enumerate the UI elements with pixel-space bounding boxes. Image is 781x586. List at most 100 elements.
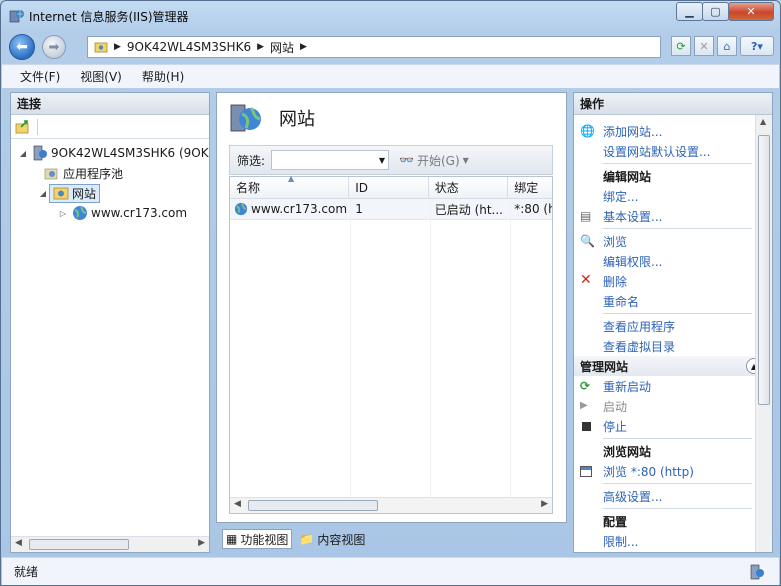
column-label: 名称 bbox=[236, 181, 261, 195]
action-restart[interactable]: ⟳ 重新启动 bbox=[574, 376, 772, 396]
action-label: 浏览 bbox=[603, 234, 628, 249]
tab-content-view[interactable]: 📁 内容视图 bbox=[296, 529, 368, 549]
back-button[interactable]: ⬅ bbox=[9, 34, 35, 60]
dropdown-arrow-icon[interactable]: ▼ bbox=[379, 156, 385, 165]
stop-square-icon bbox=[582, 422, 591, 431]
tree-item-server[interactable]: ◢ 9OK42WL4SM3SHK6 (9OK bbox=[11, 143, 209, 163]
horizontal-scrollbar[interactable]: ◀ ▶ bbox=[11, 536, 209, 552]
section-browse-site: 浏览网站 bbox=[603, 444, 652, 459]
action-view-apps[interactable]: 查看应用程序 bbox=[574, 316, 772, 336]
scroll-up-icon[interactable]: ▲ bbox=[760, 117, 766, 126]
tree-label-site: www.cr173.com bbox=[91, 206, 188, 220]
action-basic-settings[interactable]: ▤ 基本设置... bbox=[574, 206, 772, 226]
navigation-bar: ⬅ ➡ ▶ 9OK42WL4SM3SHK6 ▶ 网站 ▶ ⟳ ✕ ⌂ ?▾ bbox=[7, 32, 774, 62]
column-header-status[interactable]: 状态 bbox=[429, 177, 509, 198]
action-advanced-settings[interactable]: 高级设置... bbox=[574, 486, 772, 506]
menu-file[interactable]: 文件(F) bbox=[10, 68, 70, 85]
action-view-vdirs[interactable]: 查看虚拟目录 bbox=[574, 336, 772, 356]
tree-label-server: 9OK42WL4SM3SHK6 (9OK bbox=[51, 146, 209, 160]
window-title: Internet 信息服务(IIS)管理器 bbox=[29, 10, 189, 24]
tree-item-sites[interactable]: ◢ 网站 bbox=[11, 183, 209, 203]
action-label: 设置网站默认设置... bbox=[603, 144, 711, 159]
column-header-name[interactable]: 名称 ▲ bbox=[230, 174, 350, 198]
tab-label: 内容视图 bbox=[317, 532, 366, 547]
help-button[interactable]: ?▾ bbox=[740, 36, 774, 56]
expand-icon[interactable]: ▷ bbox=[57, 209, 69, 218]
close-button[interactable]: ✕ bbox=[728, 2, 774, 21]
scroll-left-icon[interactable]: ◀ bbox=[234, 499, 241, 509]
scroll-thumb[interactable] bbox=[248, 500, 378, 511]
filter-input[interactable]: ▼ bbox=[271, 150, 390, 170]
close-icon: ✕ bbox=[746, 5, 756, 18]
action-browse[interactable]: 🔍 浏览 bbox=[574, 231, 772, 251]
filter-bar: 筛选: ▼ 👓 开始(G) ▼ bbox=[229, 145, 553, 175]
browse-folder-icon: 🔍 bbox=[580, 234, 595, 248]
sites-globe-icon bbox=[230, 104, 261, 132]
tree-selection: 网站 bbox=[49, 183, 101, 203]
scroll-left-icon[interactable]: ◀ bbox=[15, 538, 22, 548]
arrow-right-icon: ➡ bbox=[48, 39, 60, 55]
breadcrumb-sites[interactable]: 网站 bbox=[270, 39, 294, 56]
sort-ascending-icon: ▲ bbox=[288, 174, 295, 183]
cell-id: 1 bbox=[355, 202, 363, 216]
dropdown-arrow-icon: ▼ bbox=[462, 155, 469, 165]
home-icon: ⌂ bbox=[723, 39, 731, 53]
action-site-defaults[interactable]: 设置网站默认设置... bbox=[574, 141, 772, 161]
scroll-thumb[interactable] bbox=[758, 135, 770, 405]
refresh-button[interactable]: ⟳ bbox=[671, 36, 691, 56]
action-start[interactable]: ▶ 启动 bbox=[574, 396, 772, 416]
column-header-id[interactable]: ID bbox=[349, 177, 429, 198]
title-bar[interactable]: Internet 信息服务(IIS)管理器 ▁ ▢ ✕ bbox=[1, 1, 780, 31]
minimize-button[interactable]: ▁ bbox=[676, 2, 703, 21]
action-edit-permissions[interactable]: 编辑权限... bbox=[574, 251, 772, 271]
tree-item-app-pools[interactable]: 应用程序池 bbox=[11, 163, 209, 183]
action-browse-port[interactable]: 浏览 *:80 (http) bbox=[574, 461, 772, 481]
actions-list: 🌐 添加网站... 设置网站默认设置... 编辑网站 绑定... ▤ 基本设置.… bbox=[574, 115, 772, 551]
add-globe-icon: 🌐 bbox=[580, 124, 595, 138]
site-name: www.cr173.com bbox=[251, 202, 348, 216]
connections-panel: 连接 ◢ 9OK42WL4SM3SHK6 (9OK 应用程序池 ◢ 网站 ▷ w… bbox=[10, 92, 210, 553]
tree-item-site[interactable]: ▷ www.cr173.com bbox=[11, 203, 209, 223]
action-rename[interactable]: 重命名 bbox=[574, 291, 772, 311]
home-button[interactable]: ⌂ bbox=[717, 36, 737, 56]
collapse-icon[interactable]: ◢ bbox=[17, 149, 29, 158]
page-title: 网站 bbox=[279, 109, 315, 130]
table-row[interactable]: www.cr173.com 1 已启动 (ht... *:80 (h bbox=[230, 199, 552, 220]
divider bbox=[603, 508, 752, 509]
actions-vertical-scrollbar[interactable]: ▲ bbox=[755, 115, 772, 552]
action-stop[interactable]: 停止 bbox=[574, 416, 772, 436]
column-label: 状态 bbox=[434, 181, 459, 195]
scroll-right-icon[interactable]: ▶ bbox=[198, 538, 205, 548]
scroll-thumb[interactable] bbox=[29, 539, 129, 550]
scroll-right-icon[interactable]: ▶ bbox=[541, 499, 548, 509]
column-header-binding[interactable]: 绑定 bbox=[508, 177, 552, 198]
stop-button[interactable]: ✕ bbox=[694, 36, 714, 56]
action-label: 启动 bbox=[603, 399, 628, 414]
address-bar[interactable]: ▶ 9OK42WL4SM3SHK6 ▶ 网站 ▶ bbox=[87, 36, 661, 58]
action-label: 重新启动 bbox=[603, 379, 652, 394]
menu-view[interactable]: 视图(V) bbox=[70, 68, 132, 85]
tab-features-view[interactable]: ▦ 功能视图 bbox=[222, 529, 293, 549]
action-label: 重命名 bbox=[603, 294, 640, 309]
maximize-button[interactable]: ▢ bbox=[702, 2, 729, 21]
filter-go-button[interactable]: 👓 开始(G) ▼ bbox=[399, 152, 469, 169]
forward-button[interactable]: ➡ bbox=[42, 35, 66, 59]
action-limits[interactable]: 限制... bbox=[574, 531, 772, 551]
breadcrumb-separator-icon: ▶ bbox=[114, 42, 121, 52]
action-delete[interactable]: ✕ 删除 bbox=[574, 271, 772, 291]
divider bbox=[603, 483, 752, 484]
delete-icon: ✕ bbox=[580, 272, 592, 288]
connections-header: 连接 bbox=[11, 93, 209, 115]
connect-icon[interactable] bbox=[15, 119, 31, 135]
breadcrumb-server[interactable]: 9OK42WL4SM3SHK6 bbox=[127, 40, 251, 54]
connections-tree: ◢ 9OK42WL4SM3SHK6 (9OK 应用程序池 ◢ 网站 ▷ www.… bbox=[11, 139, 209, 223]
section-configure: 配置 bbox=[603, 514, 628, 529]
browser-window-icon bbox=[580, 466, 592, 477]
action-bindings[interactable]: 绑定... bbox=[574, 186, 772, 206]
action-label: 停止 bbox=[603, 419, 628, 434]
action-add-site[interactable]: 🌐 添加网站... bbox=[574, 121, 772, 141]
menu-help[interactable]: 帮助(H) bbox=[132, 68, 194, 85]
collapse-icon[interactable]: ◢ bbox=[37, 189, 49, 198]
grid-horizontal-scrollbar[interactable]: ◀ ▶ bbox=[230, 497, 552, 513]
section-manage-site[interactable]: 管理网站 ▲ bbox=[574, 356, 772, 376]
